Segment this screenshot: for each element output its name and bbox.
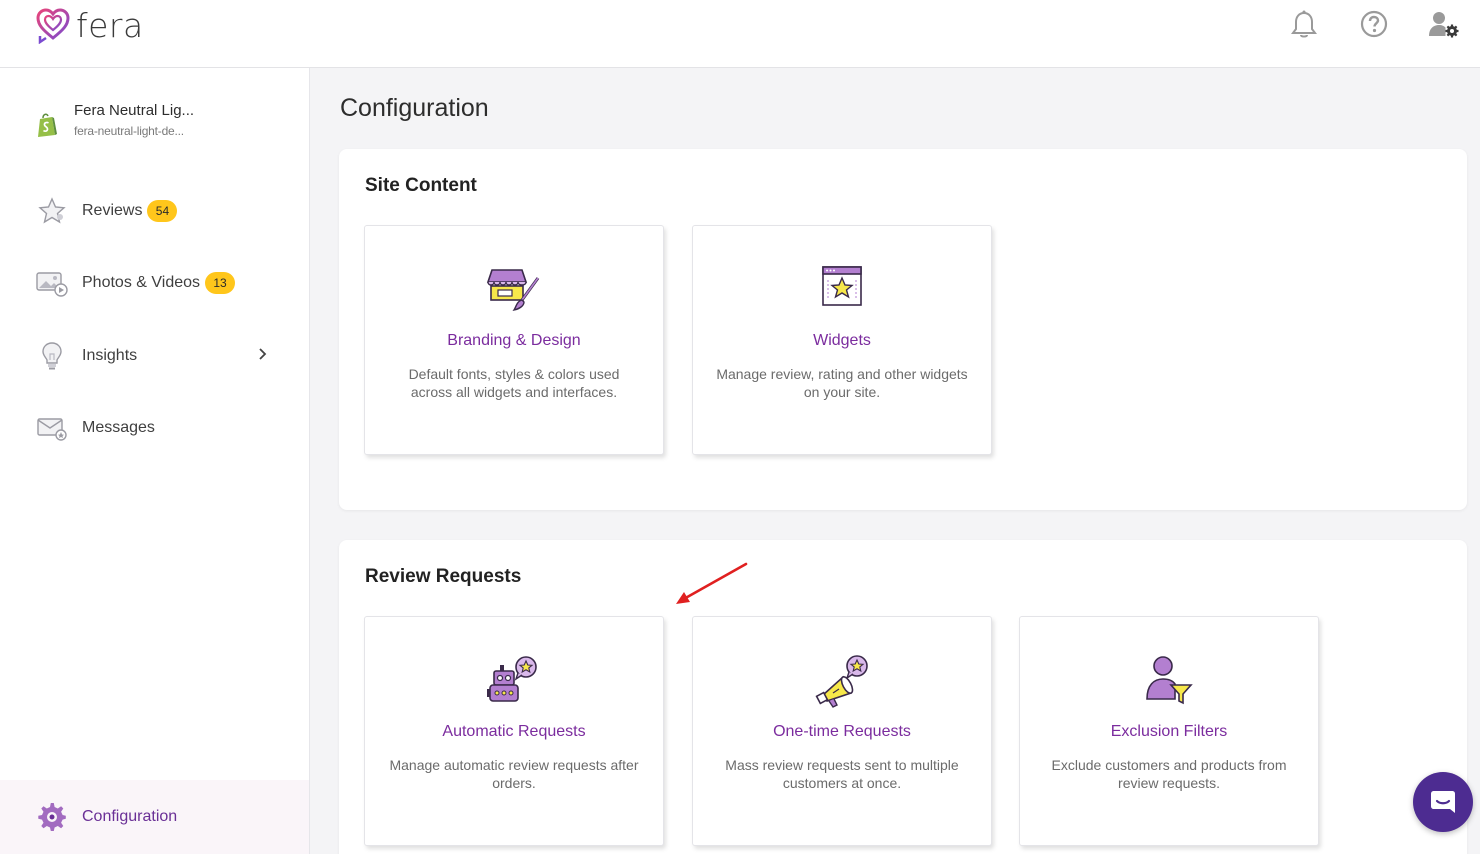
mail-icon [36,413,68,443]
sidebar-item-label: Reviews 54 [82,200,178,222]
sidebar-item-photos-videos[interactable]: Photos & Videos 13 [36,268,268,298]
card-description: Exclude customers and products from revi… [1051,757,1287,791]
gear-icon [36,802,68,832]
card-description: Manage automatic review requests after o… [389,757,639,791]
store-switcher[interactable]: Fera Neutral Lig... fera-neutral-light-d… [36,102,194,138]
help-icon[interactable] [1358,8,1390,40]
logo-text: fera [76,6,144,45]
card-title: Branding & Design [447,332,581,349]
site-content-section: Site Content Branding & Design Default f… [339,149,1467,510]
sidebar-item-label: Insights [82,347,138,364]
shopify-icon [38,113,57,137]
main-content: Configuration Site Content Branding & De… [310,68,1480,854]
sidebar: Fera Neutral Lig... fera-neutral-light-d… [0,68,310,854]
reviews-count-badge: 54 [147,200,178,222]
photos-count-badge: 13 [205,272,236,294]
chevron-right-icon [258,347,268,366]
card-description: Manage review, rating and other widgets … [716,366,968,400]
robot-icon [365,655,663,705]
sidebar-item-messages[interactable]: Messages [36,413,268,443]
branding-design-card[interactable]: Branding & Design Default fonts, styles … [364,225,664,455]
card-description: Mass review requests sent to multiple cu… [725,757,959,791]
storefront-brush-icon [365,264,663,314]
review-requests-section: Review Requests Automatic Requests Manag… [339,540,1467,854]
sidebar-item-configuration[interactable]: Configuration [0,780,309,854]
store-name: Fera Neutral Lig... [74,102,195,119]
card-title: Exclusion Filters [1110,723,1228,740]
chat-icon [1431,791,1455,813]
sidebar-item-label: Messages [82,419,155,436]
card-title: Widgets [813,332,871,349]
automatic-requests-card[interactable]: Automatic Requests Manage automatic revi… [364,616,664,846]
section-title: Review Requests [365,566,522,587]
exclusion-filters-card[interactable]: Exclusion Filters Exclude customers and … [1019,616,1319,846]
one-time-requests-card[interactable]: One-time Requests Mass review requests s… [692,616,992,846]
card-description: Default fonts, styles & colors used acro… [408,366,620,400]
store-subdomain: fera-neutral-light-de... [74,124,184,138]
section-title: Site Content [365,175,477,196]
media-icon [36,268,68,298]
user-settings-icon[interactable] [1428,8,1460,40]
lightbulb-icon [36,341,68,371]
chat-launcher-button[interactable] [1413,772,1473,832]
widgets-card[interactable]: Widgets Manage review, rating and other … [692,225,992,455]
widget-star-icon [693,264,991,314]
user-filter-icon [1020,655,1318,705]
bell-icon[interactable] [1288,8,1320,40]
logo[interactable]: fera [36,6,144,45]
sidebar-item-label: Configuration [82,808,178,825]
fera-heart-icon [36,7,70,44]
sidebar-item-reviews[interactable]: Reviews 54 [36,196,268,226]
top-bar: fera [0,0,1480,68]
card-title: One-time Requests [773,723,911,740]
card-title: Automatic Requests [442,723,586,740]
page-title: Configuration [340,94,489,122]
annotation-arrow-icon [676,562,748,604]
sidebar-item-label: Photos & Videos 13 [82,272,236,294]
star-icon [36,196,68,226]
sidebar-item-insights[interactable]: Insights [36,341,268,371]
megaphone-icon [693,655,991,708]
